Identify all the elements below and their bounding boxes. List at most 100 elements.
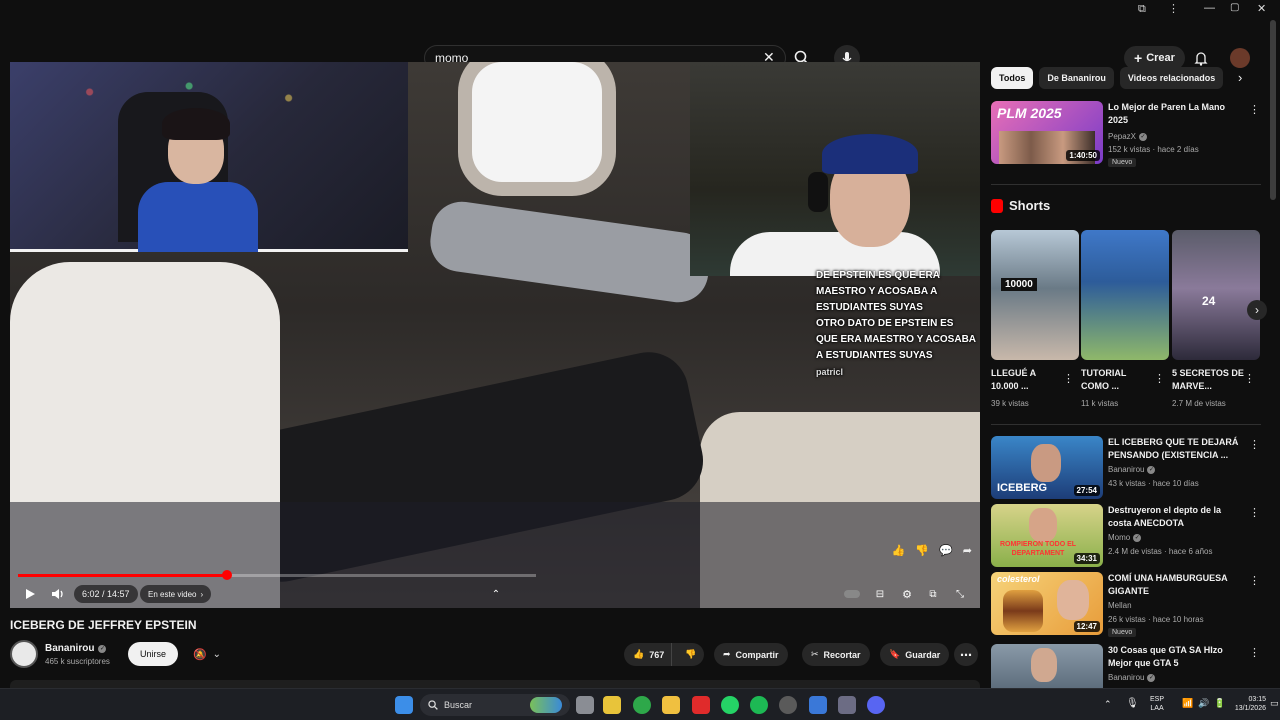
page-scrollbar[interactable] xyxy=(1270,20,1276,200)
extensions-icon[interactable]: ⧉ xyxy=(1138,3,1146,16)
recommended-video[interactable]: ROMPIERON TODO EL DEPARTAMENT 34:31 Dest… xyxy=(991,504,1261,568)
account-avatar[interactable] xyxy=(1230,48,1250,68)
more-vert-icon[interactable]: ⋮ xyxy=(1249,103,1260,116)
chip-related[interactable]: Videos relacionados xyxy=(1119,67,1224,89)
app-icon-gamepad[interactable] xyxy=(838,696,856,714)
thumbnail-text: colesterol xyxy=(997,574,1040,584)
video-thumbnail[interactable]: ROMPIERON TODO EL DEPARTAMENT 34:31 xyxy=(991,504,1103,567)
chrome-icon[interactable] xyxy=(633,696,651,714)
video-title[interactable]: COMÍ UNA HAMBURGUESA GIGANTE xyxy=(1108,572,1242,598)
microphone-icon[interactable]: 🎙 xyxy=(1126,698,1139,709)
more-vert-icon[interactable]: ⋮ xyxy=(1249,574,1260,587)
subtitles-icon[interactable]: ⊟ xyxy=(870,584,890,604)
whatsapp-icon[interactable] xyxy=(721,696,739,714)
join-button[interactable]: Unirse xyxy=(128,642,178,666)
short-thumbnail[interactable]: 24 xyxy=(1172,230,1260,360)
video-thumbnail[interactable]: ICEBERG 27:54 xyxy=(991,436,1103,499)
wifi-icon[interactable]: 📶 xyxy=(1182,698,1193,709)
short-title[interactable]: TUTORIAL COMO ... xyxy=(1081,367,1153,393)
maximize-icon[interactable]: ▢ xyxy=(1230,2,1239,13)
chip-all[interactable]: Todos xyxy=(991,67,1034,89)
chapter-button[interactable]: En este video › xyxy=(140,585,212,603)
recommended-video[interactable]: colesterol 12:47 COMÍ UNA HAMBURGUESA GI… xyxy=(991,572,1261,637)
autoplay-toggle[interactable] xyxy=(842,584,862,604)
video-title[interactable]: Lo Mejor de Paren La Mano 2025 xyxy=(1108,101,1242,127)
chip-from-channel[interactable]: De Bananirou xyxy=(1039,67,1114,89)
channel-avatar[interactable] xyxy=(10,640,38,668)
share-button[interactable]: ➦ Compartir xyxy=(714,643,788,666)
more-vert-icon[interactable]: ⋮ xyxy=(1168,2,1179,15)
video-thumbnail[interactable]: PLM 2025 1:40:50 xyxy=(991,101,1103,164)
windows-start-icon[interactable] xyxy=(395,696,413,714)
app-icon-red[interactable] xyxy=(692,696,710,714)
chevron-right-icon[interactable]: › xyxy=(1238,70,1242,85)
file-explorer-icon[interactable] xyxy=(603,696,621,714)
save-button[interactable]: 🔖 Guardar xyxy=(880,643,950,666)
steam-icon[interactable] xyxy=(779,696,797,714)
notifications-toggle[interactable]: 🔕 ⌄ xyxy=(184,642,230,666)
player-controls: 6:02 / 14:57 En este video › ⌃ ⊟ ⚙ ⧉ ⤡ xyxy=(10,580,980,608)
channel-name[interactable]: PepazX ✓ xyxy=(1108,132,1148,141)
volume-icon[interactable]: 🔊 xyxy=(1198,698,1209,709)
fullscreen-exit-icon[interactable]: ⤡ xyxy=(950,584,970,604)
battery-icon[interactable]: 🔋 xyxy=(1214,698,1225,709)
video-title[interactable]: Destruyeron el depto de la costa ANECDOT… xyxy=(1108,504,1242,530)
app-icon-blue[interactable] xyxy=(809,696,827,714)
short-overlay-text: 24 xyxy=(1202,294,1216,308)
like-button[interactable]: 👍 767 xyxy=(624,643,672,666)
channel-name[interactable]: Momo ✓ xyxy=(1108,533,1142,542)
video-thumbnail[interactable]: colesterol 12:47 xyxy=(991,572,1103,635)
recommended-video[interactable]: ICEBERG 27:54 EL ICEBERG QUE TE DEJARÁ P… xyxy=(991,436,1261,500)
chevron-up-icon[interactable]: ⌃ xyxy=(486,584,506,604)
system-tray: ⌃ 🎙 ESP LAA 📶 🔊 🔋 03:15 13/1/2026 ▭ xyxy=(1100,693,1280,717)
more-vert-icon[interactable]: ⋮ xyxy=(1244,372,1255,385)
dislike-button[interactable]: 👎 xyxy=(677,649,696,660)
more-vert-icon[interactable]: ⋮ xyxy=(1249,646,1260,659)
chevron-down-icon: ⌄ xyxy=(212,648,222,660)
play-icon[interactable] xyxy=(20,584,40,604)
more-vert-icon[interactable]: ⋮ xyxy=(1249,438,1260,451)
comment-icon[interactable]: 💬 xyxy=(939,544,953,560)
volume-icon[interactable] xyxy=(48,584,68,604)
reactor-webcam-overlay xyxy=(690,62,980,276)
video-title[interactable]: EL ICEBERG QUE TE DEJARÁ PENSANDO (EXIST… xyxy=(1108,436,1242,462)
spotify-icon[interactable] xyxy=(750,696,768,714)
more-vert-icon[interactable]: ⋮ xyxy=(1249,506,1260,519)
channel-name[interactable]: Mellan xyxy=(1108,601,1132,610)
progress-scrubber[interactable] xyxy=(221,570,232,580)
channel-name[interactable]: Bananirou ✓ xyxy=(1108,673,1156,682)
thumb-down-icon[interactable]: 👎 xyxy=(915,544,929,560)
recommended-video[interactable]: 30 Cosas que GTA SA HIzo Mejor que GTA 5… xyxy=(991,644,1261,688)
channel-name[interactable]: Bananirou ✓ xyxy=(1108,465,1156,474)
taskbar-search[interactable]: Buscar xyxy=(420,694,570,716)
more-vert-icon[interactable]: ⋮ xyxy=(1063,372,1074,385)
clock[interactable]: 03:15 13/1/2026 xyxy=(1230,695,1266,713)
close-window-icon[interactable]: ✕ xyxy=(1257,2,1266,15)
video-title[interactable]: 30 Cosas que GTA SA HIzo Mejor que GTA 5 xyxy=(1108,644,1242,670)
share-icon[interactable]: ➦ xyxy=(963,544,972,560)
progress-bar[interactable] xyxy=(18,570,536,580)
task-view-icon[interactable] xyxy=(576,696,594,714)
more-actions-button[interactable]: ⋯ xyxy=(954,643,978,666)
recommended-video[interactable]: PLM 2025 1:40:50 Lo Mejor de Paren La Ma… xyxy=(991,101,1261,167)
more-vert-icon[interactable]: ⋮ xyxy=(1154,372,1165,385)
shorts-next-icon[interactable]: › xyxy=(1247,300,1267,320)
chevron-up-icon[interactable]: ⌃ xyxy=(1104,699,1112,710)
video-thumbnail[interactable] xyxy=(991,644,1103,688)
miniplayer-icon[interactable]: ⧉ xyxy=(923,584,943,604)
discord-icon[interactable] xyxy=(867,696,885,714)
short-thumbnail[interactable]: 10000 xyxy=(991,230,1079,360)
channel-name[interactable]: Bananirou ✓ xyxy=(45,643,107,654)
folder-icon[interactable] xyxy=(662,696,680,714)
short-thumbnail[interactable] xyxy=(1081,230,1169,360)
channel-name-text: Bananirou xyxy=(1108,673,1145,682)
settings-gear-icon[interactable]: ⚙ xyxy=(897,584,917,604)
notification-center-icon[interactable]: ▭ xyxy=(1270,698,1279,709)
short-title[interactable]: 5 SECRETOS DE MARVE... xyxy=(1172,367,1244,393)
language-indicator[interactable]: ESP LAA xyxy=(1150,695,1164,713)
short-title[interactable]: LLEGUÉ A 10.000 ... xyxy=(991,367,1063,393)
clip-button[interactable]: ✂ Recortar xyxy=(802,643,870,666)
minimize-icon[interactable]: — xyxy=(1204,2,1215,14)
thumb-up-icon[interactable]: 👍 xyxy=(892,544,906,560)
video-player[interactable]: DE EPSTEIN ES QUE ERA MAESTRO Y ACOSABA … xyxy=(10,62,980,608)
